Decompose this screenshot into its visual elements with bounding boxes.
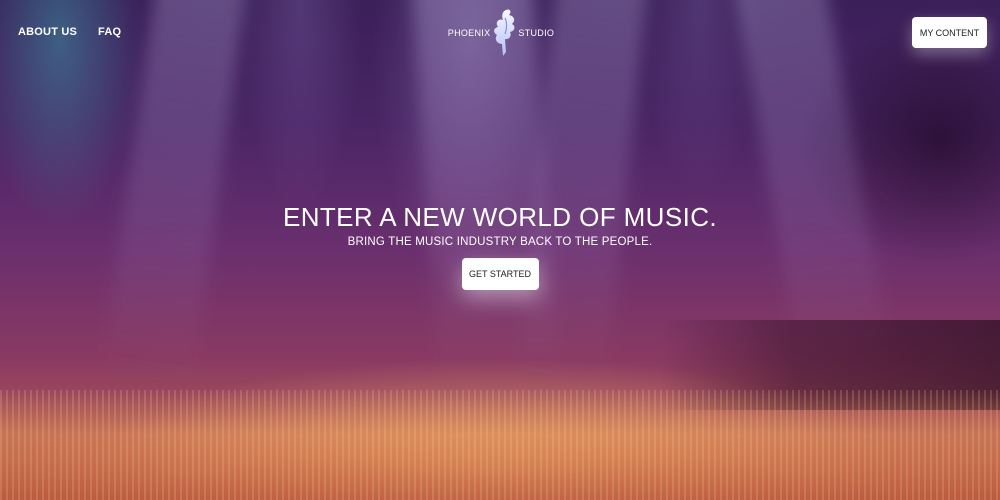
nav-link-about-us[interactable]: ABOUT US <box>18 26 77 38</box>
my-content-button[interactable]: MY CONTENT <box>912 17 987 48</box>
phoenix-bird-icon <box>494 9 515 56</box>
hero-content: ENTER A NEW WORLD OF MUSIC. BRING THE MU… <box>0 200 1000 290</box>
hero-subheadline: BRING THE MUSIC INDUSTRY BACK TO THE PEO… <box>347 236 653 248</box>
nav-link-faq[interactable]: FAQ <box>98 26 121 38</box>
brand-logo[interactable]: PHOENIX STUDIO <box>446 6 556 60</box>
logo-text-left: PHOENIX <box>447 28 491 38</box>
hero-section: ABOUT US FAQ PHOENIX STUDIO MY CONTENT E… <box>0 0 1000 500</box>
hero-headline: ENTER A NEW WORLD OF MUSIC. <box>282 202 718 232</box>
concert-crowd <box>0 390 1000 500</box>
get-started-button[interactable]: GET STARTED <box>461 258 539 290</box>
top-nav: ABOUT US FAQ PHOENIX STUDIO MY CONTENT <box>0 0 1000 66</box>
logo-text-right: STUDIO <box>518 28 555 38</box>
nav-links: ABOUT US FAQ <box>18 26 121 38</box>
